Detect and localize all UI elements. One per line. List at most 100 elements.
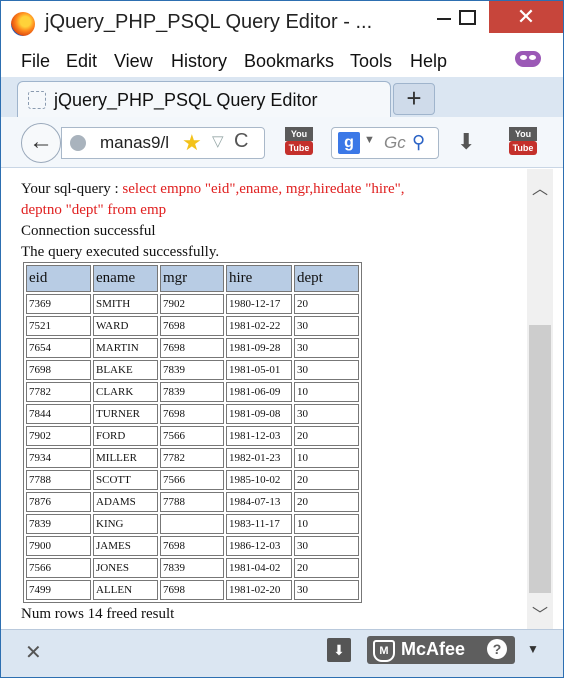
query-line-1: Your sql-query : select empno "eid",enam…	[21, 181, 405, 198]
cell-dept: 30	[294, 338, 359, 358]
cell-dept: 30	[294, 580, 359, 600]
cell-ename: MARTIN	[93, 338, 158, 358]
mask-icon[interactable]	[515, 51, 541, 67]
youtube-icon-2[interactable]: You Tube	[509, 127, 537, 157]
download-status-icon[interactable]: ⬇	[327, 638, 351, 662]
youtube-text-top-2: You	[509, 127, 537, 141]
vertical-scrollbar[interactable]: ︿ ﹀	[527, 169, 553, 629]
reload-icon[interactable]: C	[234, 130, 248, 153]
column-header-eid: eid	[26, 265, 91, 292]
scroll-up-icon[interactable]: ︿	[527, 175, 553, 198]
mcafee-button[interactable]: M McAfee ?	[367, 636, 515, 664]
chevron-down-icon[interactable]: ▼	[527, 642, 539, 656]
url-text[interactable]: manas9/l	[100, 133, 169, 153]
back-button[interactable]: ←	[21, 123, 61, 163]
cell-mgr: 7698	[160, 404, 224, 424]
table-header-row: eid ename mgr hire dept	[26, 265, 359, 292]
table-row: 7566 JONES 7839 1981-04-02 20	[26, 558, 359, 578]
scrollbar-thumb[interactable]	[529, 325, 551, 593]
scroll-down-icon[interactable]: ﹀	[527, 601, 553, 624]
firefox-icon	[11, 12, 35, 36]
cell-eid: 7934	[26, 448, 91, 468]
cell-dept: 20	[294, 558, 359, 578]
tab-active[interactable]: jQuery_PHP_PSQL Query Editor	[17, 81, 391, 118]
cell-mgr: 7566	[160, 470, 224, 490]
menu-tools[interactable]: Tools	[350, 51, 392, 72]
youtube-text-bottom: Tube	[285, 141, 313, 155]
cell-mgr: 7698	[160, 580, 224, 600]
help-icon[interactable]: ?	[487, 639, 507, 659]
menu-bookmarks[interactable]: Bookmarks	[244, 51, 334, 72]
menu-help[interactable]: Help	[410, 51, 447, 72]
result-table: eid ename mgr hire dept 7369 SMITH 7902 198…	[23, 262, 362, 603]
menu-bar: File Edit View History Bookmarks Tools H…	[1, 47, 563, 77]
search-input[interactable]: Gc	[384, 133, 406, 153]
cell-hire: 1981-02-20	[226, 580, 292, 600]
cell-eid: 7902	[26, 426, 91, 446]
cell-ename: ALLEN	[93, 580, 158, 600]
cell-hire: 1981-06-09	[226, 382, 292, 402]
cell-eid: 7844	[26, 404, 91, 424]
cell-ename: SMITH	[93, 294, 158, 314]
table-row: 7521 WARD 7698 1981-02-22 30	[26, 316, 359, 336]
search-engine-dropdown-icon[interactable]: ▼	[364, 134, 375, 146]
cell-mgr: 7788	[160, 492, 224, 512]
close-button[interactable]: ✕	[489, 1, 563, 33]
window-title: jQuery_PHP_PSQL Query Editor - ...	[45, 11, 373, 33]
table-row: 7876 ADAMS 7788 1984-07-13 20	[26, 492, 359, 512]
download-icon[interactable]: ⬇	[457, 129, 475, 155]
cell-dept: 20	[294, 426, 359, 446]
url-bar[interactable]: manas9/l ★ ▽ C	[61, 127, 265, 159]
cell-ename: JAMES	[93, 536, 158, 556]
cell-eid: 7876	[26, 492, 91, 512]
cell-hire: 1981-05-01	[226, 360, 292, 380]
cell-dept: 10	[294, 514, 359, 534]
cell-ename: CLARK	[93, 382, 158, 402]
star-icon[interactable]: ★	[182, 130, 202, 156]
maximize-button[interactable]	[451, 1, 481, 33]
page-icon	[28, 91, 46, 109]
cell-ename: ADAMS	[93, 492, 158, 512]
new-tab-button[interactable]: +	[393, 83, 435, 115]
menu-history[interactable]: History	[171, 51, 227, 72]
cell-dept: 30	[294, 536, 359, 556]
table-row: 7499 ALLEN 7698 1981-02-20 30	[26, 580, 359, 600]
cell-hire: 1981-04-02	[226, 558, 292, 578]
google-icon[interactable]: g	[338, 132, 360, 154]
cell-dept: 30	[294, 360, 359, 380]
youtube-icon[interactable]: You Tube	[285, 127, 313, 157]
table-row: 7369 SMITH 7902 1980-12-17 20	[26, 294, 359, 314]
table-row: 7844 TURNER 7698 1981-09-08 30	[26, 404, 359, 424]
query-text-2: deptno "dept" from emp	[21, 202, 167, 218]
tab-title: jQuery_PHP_PSQL Query Editor	[54, 90, 318, 110]
cell-dept: 30	[294, 316, 359, 336]
close-icon[interactable]: ✕	[25, 640, 42, 665]
menu-edit[interactable]: Edit	[66, 51, 97, 72]
chevron-down-icon[interactable]: ▽	[212, 132, 224, 150]
cell-ename: BLAKE	[93, 360, 158, 380]
cell-eid: 7499	[26, 580, 91, 600]
query-text-1: select empno "eid",ename, mgr,hiredate "…	[122, 181, 405, 197]
column-header-mgr: mgr	[160, 265, 224, 292]
menu-file[interactable]: File	[21, 51, 50, 72]
cell-hire: 1981-09-08	[226, 404, 292, 424]
cell-hire: 1980-12-17	[226, 294, 292, 314]
table-row: 7934 MILLER 7782 1982-01-23 10	[26, 448, 359, 468]
cell-ename: WARD	[93, 316, 158, 336]
cell-eid: 7900	[26, 536, 91, 556]
menu-view[interactable]: View	[114, 51, 153, 72]
cell-eid: 7698	[26, 360, 91, 380]
cell-eid: 7566	[26, 558, 91, 578]
search-bar[interactable]: g ▼ Gc ⚲	[331, 127, 439, 159]
youtube-text-top: You	[285, 127, 313, 141]
table-row: 7902 FORD 7566 1981-12-03 20	[26, 426, 359, 446]
cell-hire: 1981-02-22	[226, 316, 292, 336]
cell-eid: 7654	[26, 338, 91, 358]
search-icon[interactable]: ⚲	[412, 132, 425, 153]
minimize-icon	[437, 18, 451, 20]
cell-mgr: 7698	[160, 536, 224, 556]
cell-hire: 1981-09-28	[226, 338, 292, 358]
browser-window: jQuery_PHP_PSQL Query Editor - ... ✕ Fil…	[0, 0, 564, 678]
column-header-hire: hire	[226, 265, 292, 292]
cell-eid: 7521	[26, 316, 91, 336]
